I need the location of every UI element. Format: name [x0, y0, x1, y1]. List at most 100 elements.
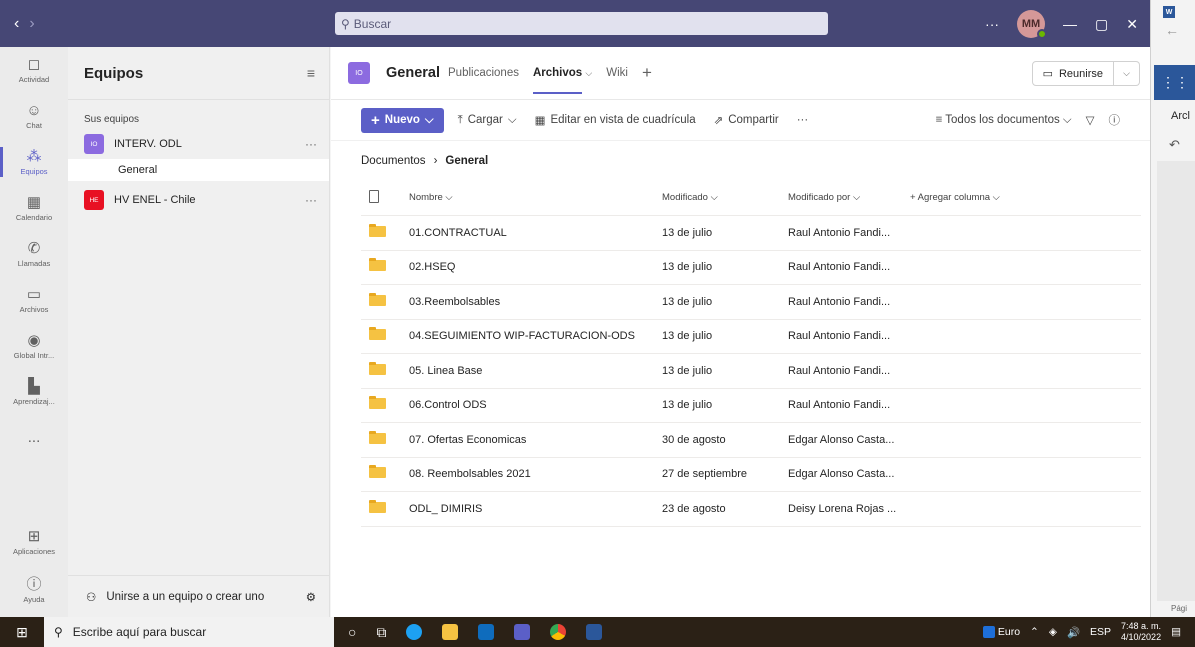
- tab-publicaciones[interactable]: Publicaciones: [448, 47, 519, 100]
- teams-taskbar-icon[interactable]: [514, 624, 531, 640]
- filter-icon[interactable]: ▽: [1086, 113, 1095, 127]
- minimize-icon[interactable]: —: [1063, 16, 1077, 32]
- meet-dropdown-icon[interactable]: ⌵: [1114, 61, 1140, 86]
- teams-title: Equipos: [84, 64, 144, 82]
- file-name[interactable]: 04.SEGUIMIENTO WIP-FACTURACION-ODS: [409, 330, 662, 342]
- info-icon[interactable]: ⓘ: [1109, 112, 1121, 128]
- cortana-icon[interactable]: ○: [348, 624, 356, 640]
- chrome-icon[interactable]: [550, 624, 567, 640]
- table-row[interactable]: ODL_ DIMIRIS 23 de agosto Deisy Lorena Roj…: [361, 492, 1141, 527]
- table-row[interactable]: 03.Reembolsables 13 de julio Raul Antonio …: [361, 285, 1141, 320]
- learning-icon: ▙: [28, 377, 40, 395]
- currency-widget[interactable]: Euro: [982, 626, 1020, 639]
- rail-more[interactable]: ...: [0, 415, 68, 461]
- file-name[interactable]: 06.Control ODS: [409, 399, 662, 411]
- file-name[interactable]: 03.Reembolsables: [409, 296, 662, 308]
- tab-wiki[interactable]: Wiki: [606, 47, 628, 100]
- new-button[interactable]: + Nuevo ⌵: [361, 107, 444, 133]
- maximize-icon[interactable]: ▢: [1095, 16, 1108, 33]
- upload-button[interactable]: ⤒ Cargar ⌵: [458, 114, 517, 127]
- add-tab-icon[interactable]: +: [642, 63, 652, 83]
- filter-icon[interactable]: ≡: [307, 65, 315, 81]
- rail-calendar[interactable]: ▦ Calendario: [0, 185, 68, 231]
- undo-icon[interactable]: ↶: [1169, 137, 1180, 153]
- avatar[interactable]: MM: [1017, 10, 1048, 39]
- join-team-button[interactable]: ⚇ Unirse a un equipo o crear uno: [86, 590, 306, 604]
- rail-apps[interactable]: ⊞ Aplicaciones: [0, 519, 68, 565]
- grid-edit-button[interactable]: ▦ Editar en vista de cuadrícula: [535, 113, 696, 127]
- toolbar-more-button[interactable]: ···: [797, 114, 809, 126]
- table-row[interactable]: 02.HSEQ 13 de julio Raul Antonio Fandi...: [361, 251, 1141, 285]
- meet-button[interactable]: ▭ Reunirse: [1031, 61, 1114, 86]
- task-view-icon[interactable]: ⧉: [376, 624, 386, 641]
- rail-teams[interactable]: ⁂ Equipos: [0, 139, 68, 185]
- header-modified[interactable]: Modificado ⌵: [662, 192, 788, 203]
- header-name[interactable]: Nombre ⌵: [409, 192, 662, 203]
- table-row[interactable]: 08. Reembolsables 2021 27 de septiembre Ed…: [361, 458, 1141, 492]
- table-row[interactable]: 07. Ofertas Economicas 30 de agosto Edgar …: [361, 423, 1141, 458]
- team-row-interv-odl[interactable]: IO INTERV. ODL ···: [68, 131, 329, 157]
- chevron-down-icon: ⌵: [507, 113, 517, 126]
- modified-by: Raul Antonio Fandi...: [788, 261, 891, 274]
- archive-label: Arcl: [1171, 110, 1190, 122]
- breadcrumb-root[interactable]: Documentos: [361, 155, 426, 167]
- forward-icon[interactable]: ›: [29, 15, 34, 33]
- chevron-down-icon: ⌵: [424, 113, 434, 126]
- team-name: INTERV. ODL: [114, 138, 182, 150]
- chevron-up-icon[interactable]: ⌃: [1030, 626, 1039, 638]
- file-explorer-icon[interactable]: [442, 624, 459, 640]
- settings-gear-icon[interactable]: ⚙: [306, 590, 316, 604]
- edge-icon[interactable]: [406, 624, 423, 640]
- teams-panel: Equipos ≡ Sus equipos IO INTERV. ODL ···…: [68, 47, 330, 617]
- team-more-button[interactable]: ···: [305, 193, 317, 207]
- volume-icon[interactable]: 🔊: [1067, 626, 1080, 639]
- rail-activity[interactable]: ◻ Actividad: [0, 47, 68, 93]
- file-name[interactable]: 05. Linea Base: [409, 365, 662, 377]
- rail-calls[interactable]: ✆ Llamadas: [0, 231, 68, 277]
- team-row-hv-enel[interactable]: HE HV ENEL - Chile ···: [68, 187, 329, 213]
- notifications-icon[interactable]: ▤: [1171, 626, 1181, 638]
- table-row[interactable]: 06.Control ODS 13 de julio Raul Antonio Fa…: [361, 389, 1141, 423]
- team-more-button[interactable]: ···: [305, 137, 317, 151]
- app-launcher-icon[interactable]: ⋮⋮: [1154, 65, 1195, 100]
- folder-icon: [369, 327, 386, 341]
- folder-icon-cell: [361, 499, 409, 516]
- header-add-column[interactable]: + Agregar columna ⌵: [910, 192, 1141, 203]
- word-icon[interactable]: W: [1163, 6, 1175, 18]
- header-modified-by[interactable]: Modificado por ⌵: [788, 192, 910, 203]
- word-taskbar-icon[interactable]: [586, 624, 603, 640]
- channel-general[interactable]: General: [68, 159, 329, 181]
- table-row[interactable]: 01.CONTRACTUAL 13 de julio Raul Antonio Fa…: [361, 216, 1141, 251]
- modified-date: 13 de julio: [662, 295, 713, 308]
- search-icon: ⚲: [54, 625, 63, 639]
- rail-help[interactable]: ⓘ Ayuda: [0, 567, 68, 613]
- table-row[interactable]: 04.SEGUIMIENTO WIP-FACTURACION-ODS 13 de …: [361, 320, 1141, 354]
- share-button[interactable]: ⇗ Compartir: [714, 113, 779, 127]
- file-name[interactable]: 08. Reembolsables 2021: [409, 468, 662, 480]
- rail-chat[interactable]: ☺ Chat: [0, 93, 68, 139]
- taskbar-search-input[interactable]: ⚲ Escribe aquí para buscar: [44, 617, 334, 647]
- language-indicator[interactable]: ESP: [1090, 626, 1111, 638]
- tab-archivos[interactable]: Archivos ⌵: [532, 47, 592, 100]
- view-selector[interactable]: ≡ Todos los documentos ⌵: [936, 114, 1072, 127]
- search-input[interactable]: ⚲ Buscar: [335, 12, 828, 35]
- rail-learning[interactable]: ▙ Aprendizaj...: [0, 369, 68, 415]
- file-name[interactable]: 02.HSEQ: [409, 261, 662, 273]
- clock[interactable]: 7:48 a. m. 4/10/2022: [1121, 621, 1161, 643]
- rail-files[interactable]: ▭ Archivos: [0, 277, 68, 323]
- file-type-header[interactable]: [361, 189, 409, 206]
- network-icon[interactable]: ◈: [1049, 626, 1057, 638]
- more-options-button[interactable]: ···: [985, 16, 999, 32]
- windows-start-icon[interactable]: ⊞: [0, 624, 44, 641]
- back-arrow-icon[interactable]: ←: [1165, 22, 1179, 38]
- file-name[interactable]: 07. Ofertas Economicas: [409, 434, 662, 446]
- file-name[interactable]: 01.CONTRACTUAL: [409, 227, 662, 239]
- table-row[interactable]: 05. Linea Base 13 de julio Raul Antonio Fa…: [361, 354, 1141, 389]
- close-icon[interactable]: ✕: [1126, 16, 1138, 33]
- file-name[interactable]: ODL_ DIMIRIS: [409, 503, 662, 515]
- folder-icon: [369, 465, 386, 479]
- rail-global-intranet[interactable]: ◉ Global Intr...: [0, 323, 68, 369]
- back-icon[interactable]: ‹: [14, 15, 19, 33]
- folder-icon-cell: [361, 361, 409, 378]
- outlook-icon[interactable]: [478, 624, 495, 640]
